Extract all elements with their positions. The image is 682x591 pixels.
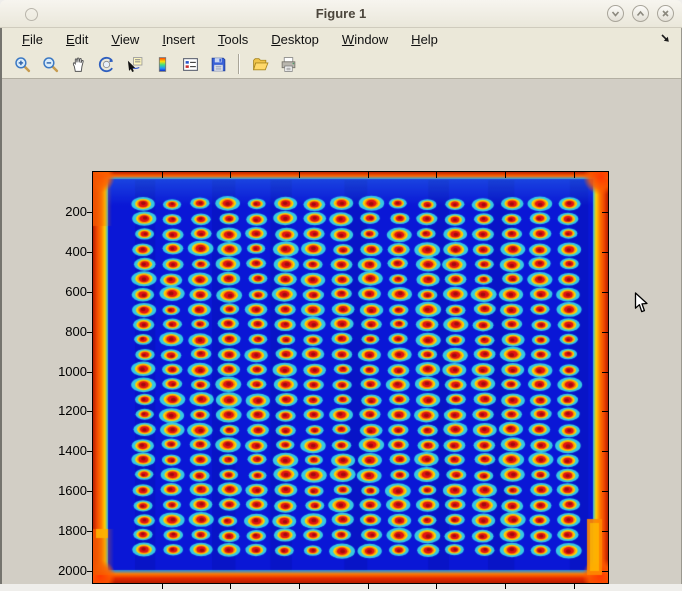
x-tick bbox=[230, 584, 231, 589]
x-tick bbox=[436, 584, 437, 589]
rotate-3d-button[interactable] bbox=[94, 52, 118, 76]
x-tick-top bbox=[162, 172, 163, 178]
x-tick-top bbox=[505, 172, 506, 178]
printer-icon bbox=[280, 56, 297, 73]
y-tick-label: 400 bbox=[35, 244, 87, 259]
close-button[interactable] bbox=[657, 5, 674, 22]
y-tick bbox=[87, 531, 92, 532]
figure-canvas-area: 2004006008001000120014002004006008001000… bbox=[2, 80, 681, 584]
chevron-down-icon bbox=[610, 8, 621, 19]
insert-legend-button[interactable] bbox=[178, 52, 202, 76]
y-tick-right bbox=[602, 411, 608, 412]
chevron-up-icon bbox=[635, 8, 646, 19]
colorbar-icon bbox=[154, 56, 171, 73]
window-title: Figure 1 bbox=[0, 6, 682, 21]
y-tick bbox=[87, 571, 92, 572]
zoom-in-icon bbox=[14, 56, 31, 73]
menu-overflow-arrow-icon[interactable] bbox=[660, 33, 671, 44]
figure-window: Figure 1 FileEditViewInsertToolsDeskt bbox=[0, 0, 682, 591]
x-tick-top bbox=[230, 172, 231, 178]
y-tick-right bbox=[602, 372, 608, 373]
data-cursor-icon bbox=[126, 56, 143, 73]
save-icon bbox=[210, 56, 227, 73]
menu-item-insert[interactable]: Insert bbox=[154, 30, 203, 49]
x-tick-top bbox=[368, 172, 369, 178]
y-tick-label: 1800 bbox=[35, 523, 87, 538]
x-tick-top bbox=[574, 172, 575, 178]
y-tick bbox=[87, 252, 92, 253]
x-tick bbox=[162, 584, 163, 589]
mouse-cursor bbox=[634, 292, 649, 314]
zoom-in-button[interactable] bbox=[10, 52, 34, 76]
menu-item-file[interactable]: File bbox=[14, 30, 51, 49]
hand-icon bbox=[70, 56, 87, 73]
zoom-out-icon bbox=[42, 56, 59, 73]
menu-item-desktop[interactable]: Desktop bbox=[263, 30, 327, 49]
y-tick-label: 800 bbox=[35, 324, 87, 339]
y-tick-label: 600 bbox=[35, 284, 87, 299]
pan-button[interactable] bbox=[66, 52, 90, 76]
y-tick-label: 1600 bbox=[35, 483, 87, 498]
x-tick bbox=[368, 584, 369, 589]
rotate-3d-icon bbox=[98, 56, 115, 73]
x-tick bbox=[505, 584, 506, 589]
y-tick-right bbox=[602, 292, 608, 293]
y-tick-label: 1200 bbox=[35, 403, 87, 418]
menu-item-edit[interactable]: Edit bbox=[58, 30, 96, 49]
y-tick-right bbox=[602, 252, 608, 253]
menu-item-help[interactable]: Help bbox=[403, 30, 446, 49]
menu-item-view[interactable]: View bbox=[103, 30, 147, 49]
window-body: File Edit View Insert Tools Desktop Window Help bbox=[0, 28, 682, 584]
y-tick-label: 200 bbox=[35, 204, 87, 219]
y-tick bbox=[87, 212, 92, 213]
x-tick-top bbox=[436, 172, 437, 178]
y-tick bbox=[87, 411, 92, 412]
insert-colorbar-button[interactable] bbox=[150, 52, 174, 76]
y-tick bbox=[87, 491, 92, 492]
y-tick-label: 2000 bbox=[35, 563, 87, 578]
y-tick-right bbox=[602, 531, 608, 532]
maximize-button[interactable] bbox=[632, 5, 649, 22]
y-tick-right bbox=[602, 571, 608, 572]
y-tick-label: 1000 bbox=[35, 364, 87, 379]
title-bar: Figure 1 bbox=[0, 0, 682, 28]
open-file-button[interactable] bbox=[248, 52, 272, 76]
y-tick-right bbox=[602, 491, 608, 492]
toolbar-separator bbox=[238, 54, 240, 74]
minimize-button[interactable] bbox=[607, 5, 624, 22]
figure-toolbar bbox=[2, 50, 681, 79]
legend-icon bbox=[182, 56, 199, 73]
menu-item-tools[interactable]: Tools bbox=[210, 30, 256, 49]
print-figure-button[interactable] bbox=[276, 52, 300, 76]
y-tick bbox=[87, 451, 92, 452]
data-cursor-button[interactable] bbox=[122, 52, 146, 76]
x-tick bbox=[299, 584, 300, 589]
open-folder-icon bbox=[252, 56, 269, 73]
menu-bar: File Edit View Insert Tools Desktop Window Help bbox=[2, 28, 681, 50]
zoom-out-button[interactable] bbox=[38, 52, 62, 76]
y-tick-right bbox=[602, 451, 608, 452]
menu-item-window[interactable]: Window bbox=[334, 30, 396, 49]
close-icon bbox=[660, 8, 671, 19]
x-tick bbox=[574, 584, 575, 589]
save-figure-button[interactable] bbox=[206, 52, 230, 76]
y-tick-right bbox=[602, 212, 608, 213]
plot-area bbox=[92, 171, 609, 584]
x-tick-top bbox=[299, 172, 300, 178]
y-tick bbox=[87, 292, 92, 293]
y-tick-label: 1400 bbox=[35, 443, 87, 458]
y-tick bbox=[87, 332, 92, 333]
y-tick bbox=[87, 372, 92, 373]
heatmap-image bbox=[93, 172, 608, 583]
y-tick-right bbox=[602, 332, 608, 333]
